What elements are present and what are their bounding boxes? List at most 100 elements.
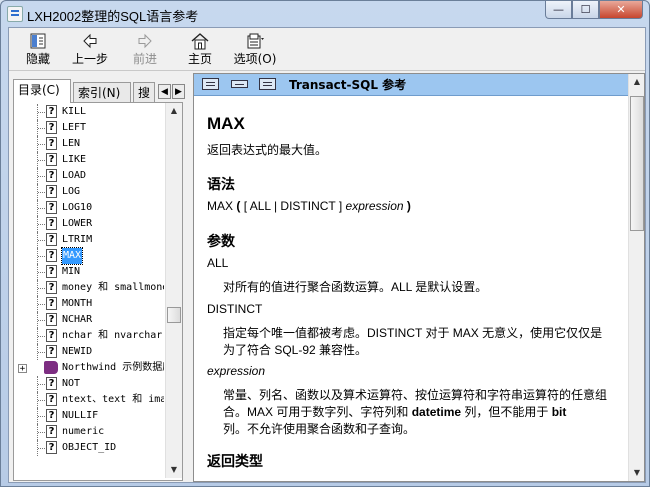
tree-item-label: KILL (62, 106, 87, 117)
tree-item-label: MIN (62, 266, 81, 277)
topic-title: MAX (207, 114, 245, 133)
help-topic-icon: ? (46, 169, 57, 182)
tree-item[interactable]: ? LOG10 (14, 200, 164, 216)
tree-item[interactable]: ? OBJECT_ID (14, 440, 164, 456)
topic-content: MAX 返回表达式的最大值。 语法 MAX ( [ ALL | DISTINCT… (194, 95, 628, 481)
help-topic-icon: ? (46, 233, 57, 246)
tab-search[interactable]: 搜 (133, 82, 155, 102)
expr-desc-bit: bit (551, 405, 567, 419)
tree-item[interactable]: ? MIN (14, 264, 164, 280)
home-label: 主页 (187, 52, 212, 66)
syntax-options: [ ALL | DISTINCT ] (243, 199, 343, 213)
tree-item-label: MONTH (62, 298, 93, 309)
tree-item[interactable]: ? LOG (14, 184, 164, 200)
arg-expression-desc-2: 合。MAX 可用于数字列、字符列和 datetime 列，但不能用于 bit (223, 403, 566, 420)
tree-item-label: NEWID (62, 346, 93, 357)
tree-item[interactable]: ? LEFT (14, 120, 164, 136)
arg-distinct-term: DISTINCT (207, 302, 263, 316)
tree-scroll-thumb[interactable] (167, 307, 181, 323)
home-icon (191, 33, 209, 50)
tab-index[interactable]: 索引(N) (73, 82, 131, 102)
topic-description: 返回表达式的最大值。 (207, 143, 328, 157)
tab-scroll-right-button[interactable]: ▶ (172, 84, 185, 99)
show-pane-icon[interactable] (202, 78, 219, 90)
maximize-button[interactable]: ☐ (572, 1, 599, 19)
tree-item[interactable]: ? MAX (14, 247, 164, 265)
help-topic-icon: ? (46, 425, 57, 438)
arg-distinct-desc-1: 指定每个唯一值都被考虑。DISTINCT 对于 MAX 无意义，使用它仅仅是 (223, 326, 603, 340)
topic-scroll-up-button[interactable]: ▲ (629, 74, 644, 90)
options-icon (247, 33, 264, 49)
tree-item[interactable]: ? LOWER (14, 216, 164, 232)
tree-item-label: NOT (62, 378, 81, 389)
tree-item[interactable]: ? NEWID (14, 344, 164, 360)
help-topic-icon: ? (46, 409, 57, 422)
back-button[interactable]: 上一步 (66, 31, 114, 69)
tree-item[interactable]: ? LOAD (14, 168, 164, 184)
tree-scrollbar[interactable]: ▲ ▼ (165, 103, 182, 478)
arg-all-term: ALL (207, 256, 229, 270)
tree-item[interactable]: ? NULLIF (14, 408, 164, 424)
keyboard-icon[interactable] (231, 80, 248, 88)
tree-item-label: NCHAR (62, 314, 93, 325)
hide-button[interactable]: 隐藏 (14, 31, 62, 69)
help-topic-icon: ? (46, 297, 57, 310)
contents-tree: ? KILL? LEFT? LEN? LIKE? LOAD? LOG? LOG10? LOWER… (13, 102, 183, 481)
tree-item[interactable]: ? ntext、text 和 image (14, 392, 164, 408)
tab-contents-label: 目录(C) (18, 83, 60, 97)
copy-page-icon[interactable] (259, 78, 276, 90)
expand-icon[interactable]: + (18, 364, 27, 374)
help-topic-icon: ? (46, 121, 57, 134)
tab-contents[interactable]: 目录(C) (13, 79, 71, 103)
topic-pane: Transact-SQL 参考 MAX 返回表达式的最大值。 语法 MAX ( … (193, 73, 645, 482)
tree-item-label: nchar 和 nvarchar (62, 330, 163, 341)
arguments-heading: 参数 (207, 233, 235, 249)
hide-pane-icon (30, 33, 46, 49)
tree-item[interactable]: ? KILL (14, 104, 164, 120)
topic-scrollbar[interactable]: ▲ ▼ (628, 74, 644, 481)
tree-item[interactable]: ? LTRIM (14, 232, 164, 248)
syntax-line: MAX ( [ ALL | DISTINCT ] expression ) (207, 199, 411, 213)
help-topic-icon: ? (46, 265, 57, 278)
tree-item[interactable]: ? nchar 和 nvarchar (14, 328, 164, 344)
arg-expression-term: expression (207, 364, 266, 378)
tree-item-label: money 和 smallmoney (62, 282, 164, 293)
navigation-pane: 目录(C) 索引(N) 搜 ◀ ▶ ? KILL? LEFT? LEN? LIKE? LO… (9, 73, 187, 482)
tree-item-label: LOG (62, 186, 81, 197)
return-type-heading: 返回类型 (207, 453, 263, 469)
tree-item-label: numeric (62, 426, 105, 437)
tree-item-label: LIKE (62, 154, 87, 165)
options-button[interactable]: 选项(O) (228, 31, 282, 69)
topic-scroll-thumb[interactable] (630, 96, 644, 231)
tree-scroll-up-button[interactable]: ▲ (166, 103, 182, 119)
help-topic-icon: ? (46, 185, 57, 198)
tree-item[interactable]: ? NOT (14, 376, 164, 392)
forward-button[interactable]: 前进 (121, 31, 169, 69)
close-button[interactable]: ✕ (599, 1, 643, 19)
help-topic-icon: ? (46, 313, 57, 326)
arg-expression-desc-1: 常量、列名、函数以及算术运算符、按位运算符和字符串运算符的任意组 (223, 388, 608, 402)
tree-item-label: LEN (62, 138, 81, 149)
tree-item-label: LEFT (62, 122, 87, 133)
book-icon (44, 361, 58, 374)
forward-arrow-icon (138, 33, 152, 49)
tree-item[interactable]: ? money 和 smallmoney (14, 280, 164, 296)
tab-scroll-left-button[interactable]: ◀ (158, 84, 171, 99)
tree-scroll-down-button[interactable]: ▼ (166, 462, 182, 478)
tree-item[interactable]: ? numeric (14, 424, 164, 440)
title-bar: LXH2002整理的SQL语言参考 — ☐ ✕ (1, 1, 649, 27)
tree-item-label: OBJECT_ID (62, 442, 117, 453)
tree-item[interactable]: ? LEN (14, 136, 164, 152)
tree-item[interactable]: ? LIKE (14, 152, 164, 168)
topic-scroll-down-button[interactable]: ▼ (629, 465, 644, 481)
tree-item[interactable]: + Northwind 示例数据库 (14, 360, 164, 376)
minimize-button[interactable]: — (545, 1, 572, 19)
help-window: LXH2002整理的SQL语言参考 — ☐ ✕ 隐藏 上一步 前进 主页 选项(… (0, 0, 650, 487)
home-button[interactable]: 主页 (176, 31, 224, 69)
forward-label: 前进 (132, 52, 157, 66)
tree-list: ? KILL? LEFT? LEN? LIKE? LOAD? LOG? LOG10? LOWER… (14, 103, 164, 480)
tree-item[interactable]: ? MONTH (14, 296, 164, 312)
tree-item[interactable]: ? NCHAR (14, 312, 164, 328)
help-topic-icon: ? (46, 377, 57, 390)
tree-item-label: NULLIF (62, 410, 99, 421)
